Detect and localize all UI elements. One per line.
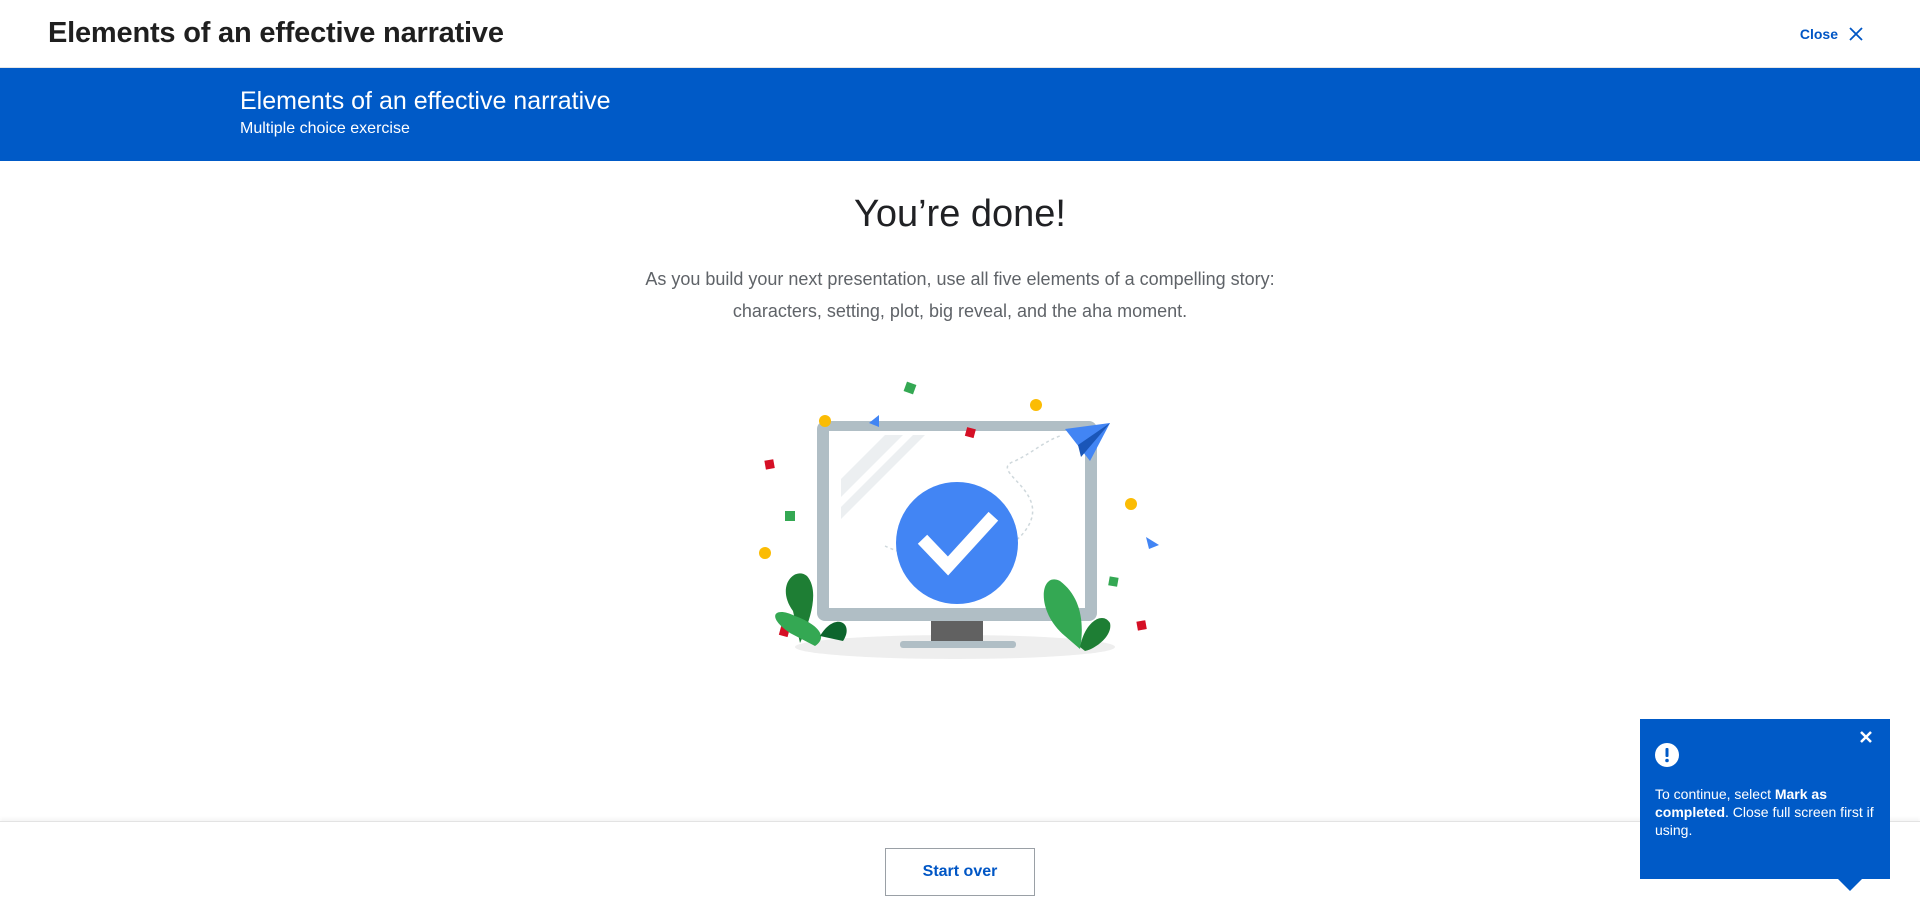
top-bar: Elements of an effective narrative Close <box>0 0 1920 68</box>
close-icon[interactable] <box>1856 727 1876 747</box>
check-circle <box>896 482 1018 604</box>
completion-panel: You’re done! As you build your next pres… <box>0 161 1920 821</box>
banner-subtitle: Multiple choice exercise <box>240 120 410 137</box>
toast-message: To continue, select Mark as completed. C… <box>1655 785 1876 839</box>
toast-message-prefix: To continue, select <box>1655 786 1775 802</box>
start-over-button[interactable]: Start over <box>885 848 1035 896</box>
monitor-base <box>900 641 1016 648</box>
footer-bar: Start over <box>0 821 1920 920</box>
close-button[interactable]: Close <box>1800 26 1864 42</box>
banner-title: Elements of an effective narrative <box>240 87 611 115</box>
completion-message: As you build your next presentation, use… <box>0 263 1920 327</box>
completion-illustration <box>759 381 1159 659</box>
completion-message-line1: As you build your next presentation, use… <box>645 269 1275 289</box>
toast-pointer <box>1838 879 1862 891</box>
activity-banner: Elements of an effective narrative Multi… <box>0 68 1920 161</box>
completion-heading: You’re done! <box>853 193 1066 235</box>
monitor-neck <box>931 621 983 643</box>
close-icon <box>1849 26 1863 41</box>
continue-toast: To continue, select Mark as completed. C… <box>1640 719 1890 879</box>
completion-message-line2: characters, setting, plot, big reveal, a… <box>732 301 1188 321</box>
page-title: Elements of an effective narrative <box>48 17 504 49</box>
alert-circle-icon <box>1655 743 1679 767</box>
close-label: Close <box>1799 25 1838 42</box>
